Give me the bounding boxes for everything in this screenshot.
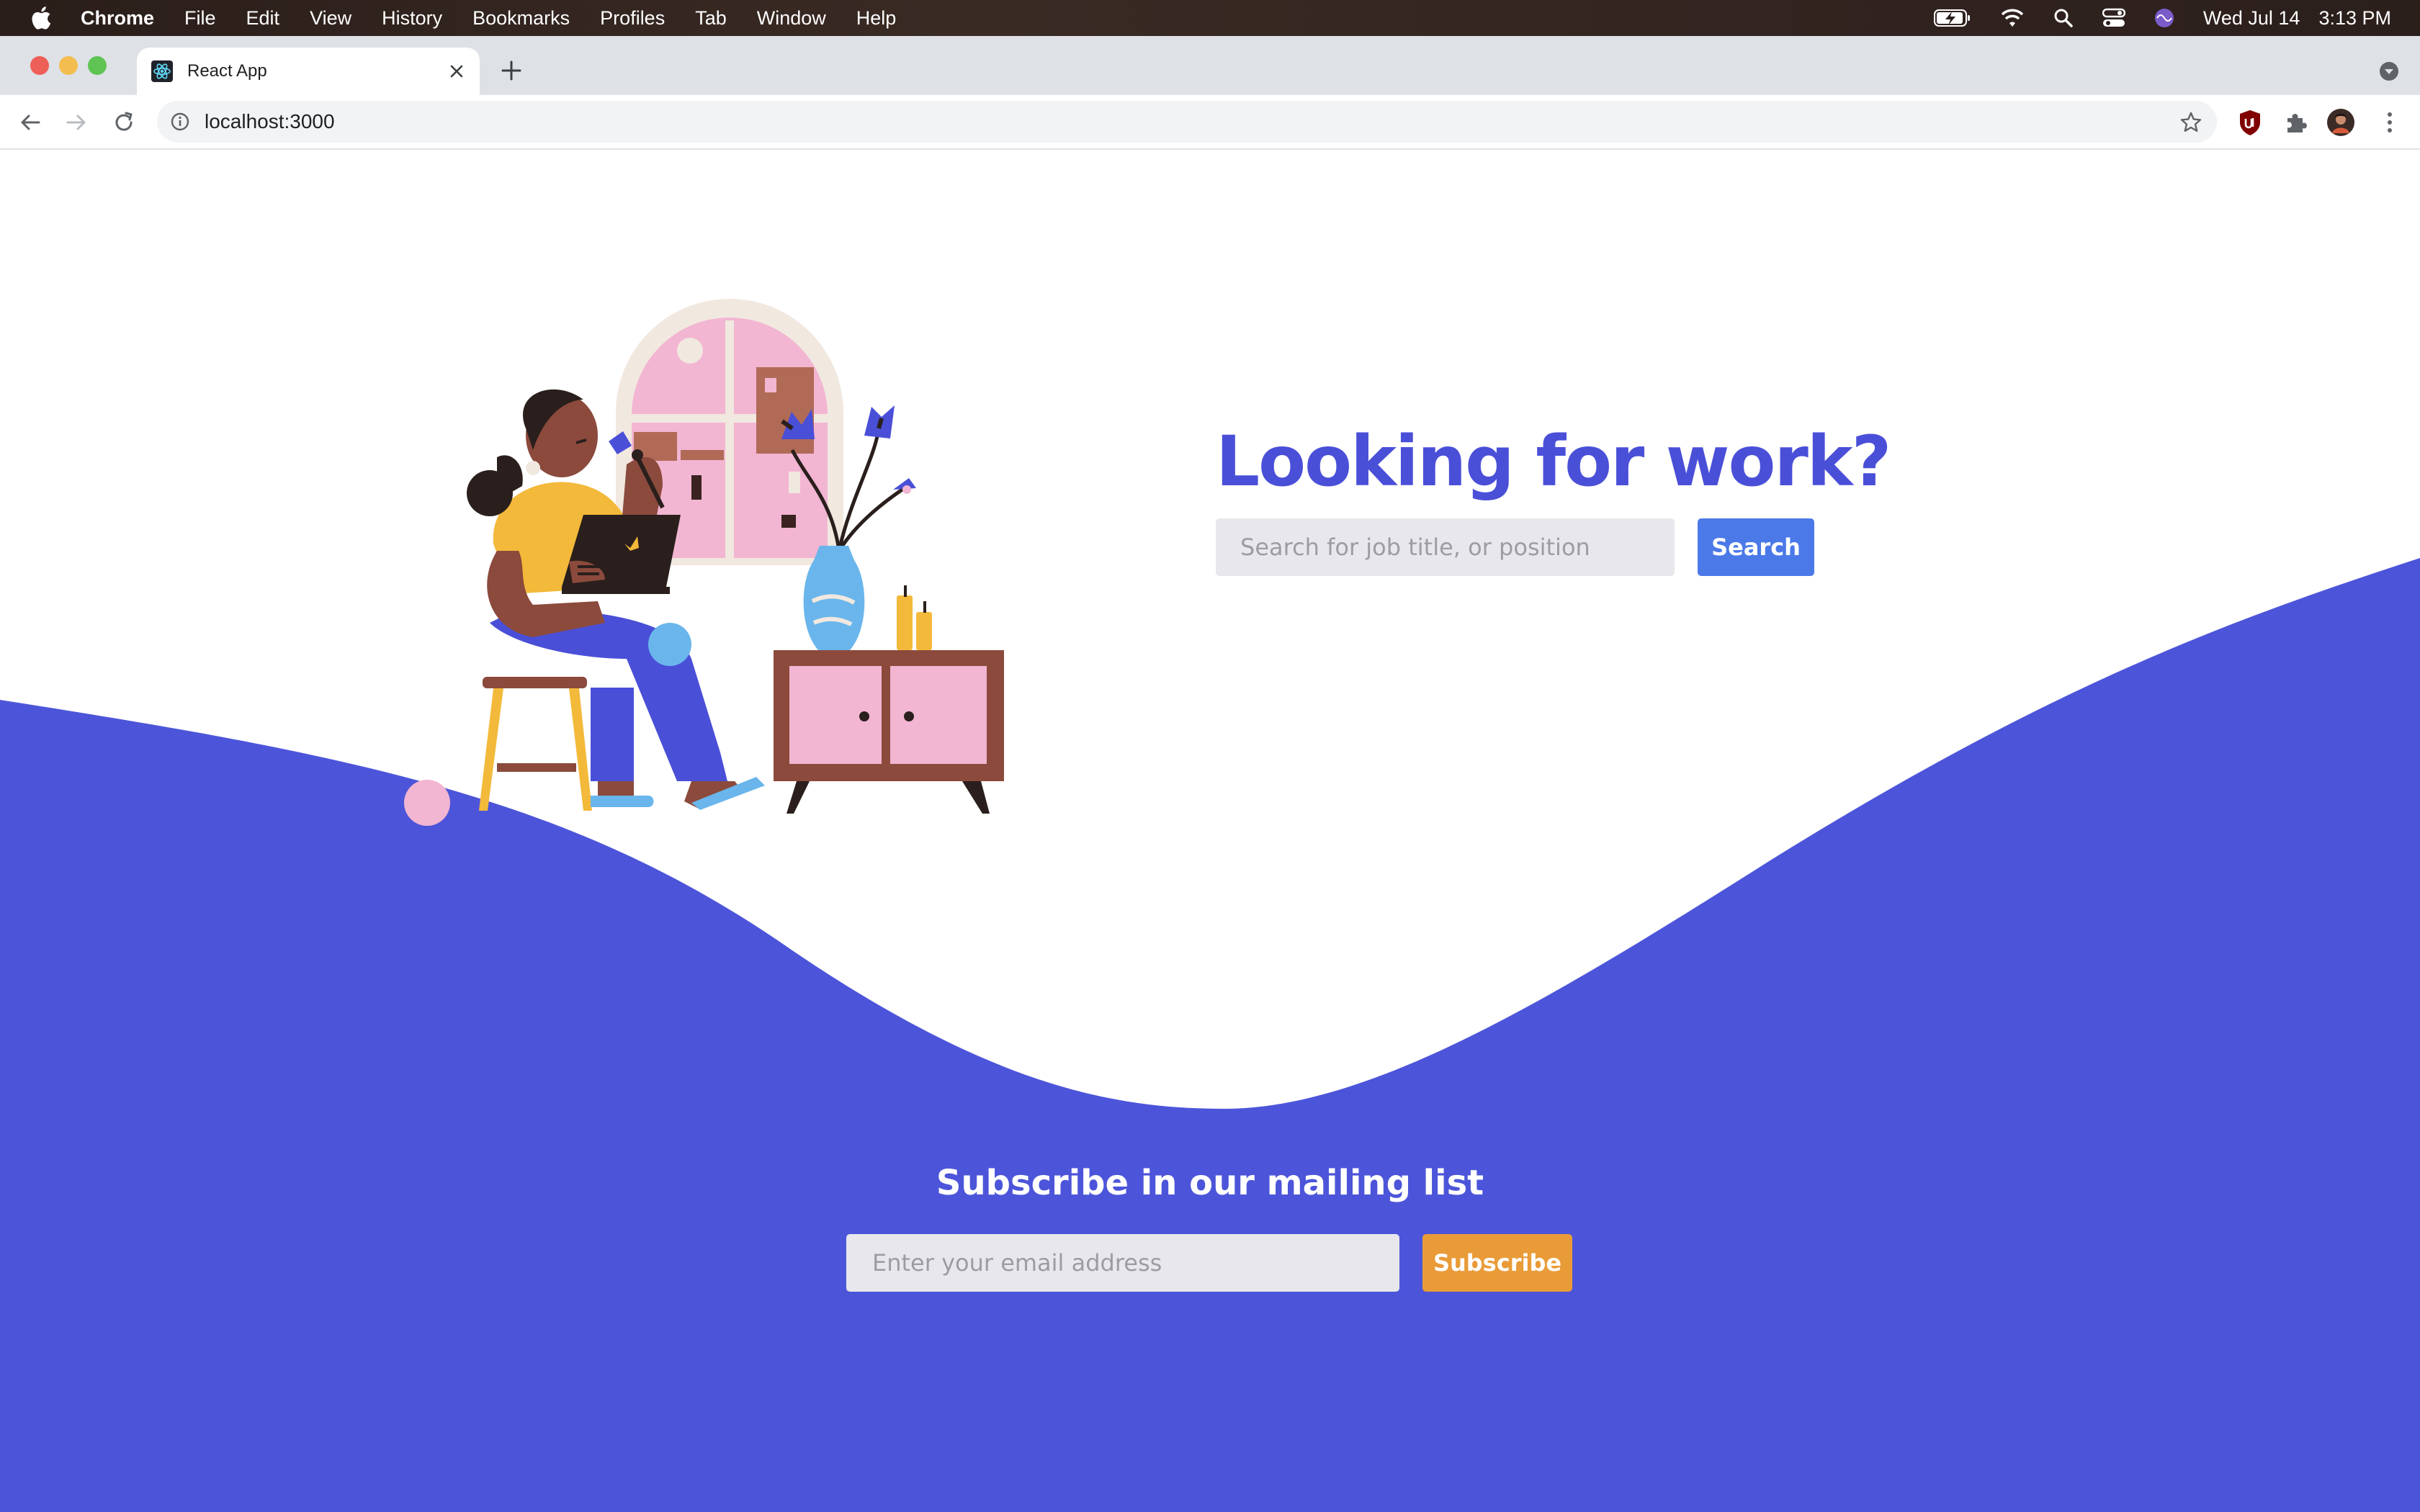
menu-history[interactable]: History: [382, 7, 442, 30]
menubar-time: 3:13 PM: [2318, 6, 2391, 29]
battery-charging-icon[interactable]: [1933, 9, 1971, 27]
hero-illustration-woman-with-laptop: [404, 299, 1004, 826]
blue-wave-background: [0, 558, 2420, 1512]
chrome-menu-icon[interactable]: [2375, 108, 2404, 137]
menu-edit[interactable]: Edit: [246, 7, 280, 30]
reload-icon[interactable]: [111, 109, 137, 135]
window-minimize-button[interactable]: [59, 56, 78, 75]
email-input[interactable]: [846, 1234, 1399, 1292]
wifi-icon[interactable]: [2000, 8, 2025, 28]
bookmark-star-icon[interactable]: [2179, 111, 2202, 134]
tab-close-icon[interactable]: [448, 63, 465, 80]
menu-bookmarks[interactable]: Bookmarks: [472, 7, 570, 30]
window-close-button[interactable]: [30, 56, 49, 75]
macos-menubar: Chrome File Edit View History Bookmarks …: [0, 0, 2420, 36]
profile-avatar[interactable]: [2326, 108, 2355, 137]
tab-title: React App: [187, 61, 267, 81]
tab-search-dropdown-icon[interactable]: [2378, 60, 2400, 82]
window-zoom-button[interactable]: [88, 56, 107, 75]
menubar-clock[interactable]: Wed Jul 14 3:13 PM: [2203, 7, 2391, 30]
address-bar-url: localhost:3000: [205, 110, 335, 132]
react-favicon-icon: [151, 60, 173, 82]
back-arrow-icon[interactable]: [17, 109, 43, 135]
menu-help[interactable]: Help: [856, 7, 897, 30]
browser-tab-strip: React App: [0, 36, 2420, 95]
new-tab-icon[interactable]: [500, 59, 523, 82]
search-button[interactable]: Search: [1698, 518, 1814, 576]
control-center-icon[interactable]: [2102, 8, 2125, 28]
subscribe-title: Subscribe in our mailing list: [936, 1163, 1484, 1203]
menu-window[interactable]: Window: [757, 7, 826, 30]
menu-view[interactable]: View: [310, 7, 351, 30]
ublock-origin-extension-icon[interactable]: [2236, 108, 2264, 137]
menubar-status-area: Wed Jul 14 3:13 PM: [1933, 0, 2391, 36]
extensions-puzzle-icon[interactable]: [2282, 108, 2311, 137]
menu-file[interactable]: File: [184, 7, 216, 30]
browser-toolbar: localhost:3000: [0, 95, 2420, 150]
subscribe-button[interactable]: Subscribe: [1422, 1234, 1572, 1292]
hero-title: Looking for work?: [1216, 421, 1891, 502]
web-page: Looking for work? Search Subscribe in ou…: [0, 151, 2420, 1512]
menu-app-name[interactable]: Chrome: [81, 7, 154, 30]
site-info-icon[interactable]: [170, 112, 190, 132]
address-bar[interactable]: localhost:3000: [157, 101, 2217, 143]
menu-tab[interactable]: Tab: [695, 7, 727, 30]
menu-profiles[interactable]: Profiles: [600, 7, 665, 30]
menubar-date: Wed Jul 14: [2202, 6, 2300, 29]
spotlight-search-icon[interactable]: [2053, 8, 2074, 28]
apple-menu-icon[interactable]: [30, 6, 52, 30]
browser-tab-active[interactable]: React App: [137, 48, 480, 95]
job-search-input[interactable]: [1216, 518, 1675, 576]
siri-icon[interactable]: [2154, 8, 2174, 28]
forward-arrow-icon[interactable]: [63, 109, 89, 135]
